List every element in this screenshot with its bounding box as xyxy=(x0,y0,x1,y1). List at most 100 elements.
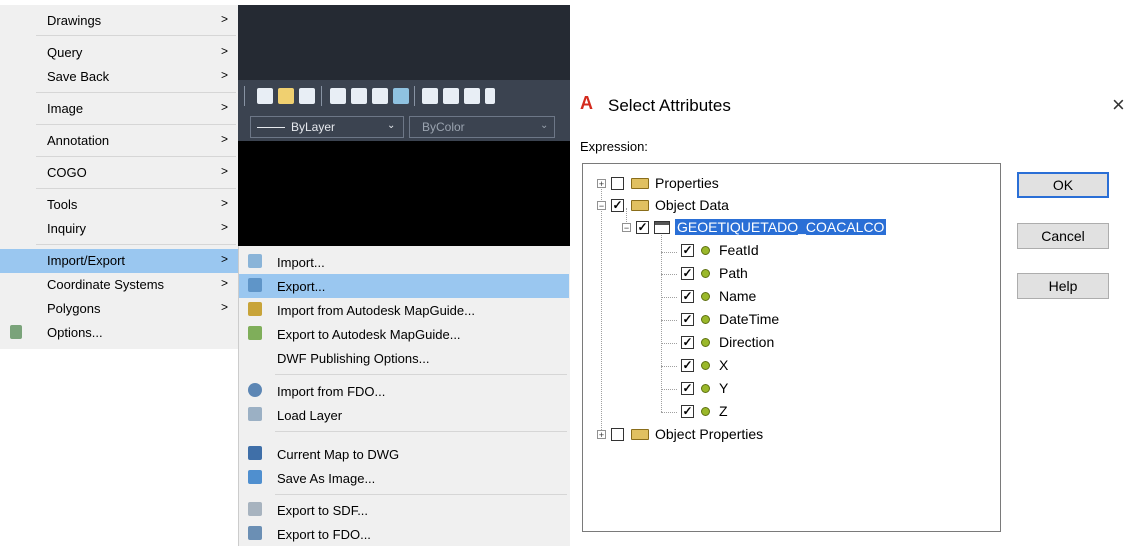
ok-button[interactable]: OK xyxy=(1017,172,1109,198)
checkbox[interactable] xyxy=(611,428,624,441)
tree-node-field[interactable]: ✓ Direction xyxy=(583,334,883,354)
menu-item-import-export[interactable]: Import/Export > xyxy=(0,249,238,273)
copy-icon[interactable] xyxy=(443,88,459,104)
menu-item-annotation[interactable]: Annotation > xyxy=(0,129,238,153)
menu-item-label: Coordinate Systems xyxy=(47,277,165,292)
submenu-item-dwf-options[interactable]: DWF Publishing Options... xyxy=(239,346,569,370)
menu-item-query[interactable]: Query > xyxy=(0,41,238,65)
autocad-window: ByLayer ⌄ ByColor ⌄ Drawings > Query > S… xyxy=(0,0,570,546)
menu-item-options[interactable]: Options... xyxy=(0,321,238,345)
menu-item-drawings[interactable]: Drawings > xyxy=(0,9,238,33)
submenu-item-label: Export to SDF... xyxy=(277,503,369,518)
expand-icon[interactable]: + xyxy=(597,179,606,189)
menu-item-label: Query xyxy=(47,45,83,60)
collapse-icon[interactable]: − xyxy=(622,223,631,233)
paste-special-icon[interactable] xyxy=(485,88,495,104)
cancel-button[interactable]: Cancel xyxy=(1017,223,1109,249)
tree-node-object-properties[interactable]: + Object Properties xyxy=(583,426,883,446)
collapse-icon[interactable]: − xyxy=(597,201,606,211)
submenu-item-export-mapguide[interactable]: Export to Autodesk MapGuide... xyxy=(239,322,569,346)
checkbox-checked[interactable]: ✓ xyxy=(681,405,694,418)
checkbox-checked[interactable]: ✓ xyxy=(681,359,694,372)
print-icon[interactable] xyxy=(330,88,346,104)
menu-item-inquiry[interactable]: Inquiry > xyxy=(0,217,238,241)
paste-icon[interactable] xyxy=(464,88,480,104)
publish-icon[interactable] xyxy=(393,88,409,104)
submenu-arrow-icon: > xyxy=(221,132,229,146)
checkbox-checked[interactable]: ✓ xyxy=(611,199,624,212)
tree-node-label: Z xyxy=(719,403,728,419)
menu-separator xyxy=(275,431,567,432)
tree-node-properties[interactable]: + Properties xyxy=(583,175,883,195)
save-icon[interactable] xyxy=(299,88,315,104)
tree-node-field[interactable]: ✓ DateTime xyxy=(583,311,883,331)
folder-icon xyxy=(631,200,649,211)
print-preview-icon[interactable] xyxy=(351,88,367,104)
submenu-arrow-icon: > xyxy=(221,276,229,290)
options-icon xyxy=(10,325,22,339)
plot-icon[interactable] xyxy=(372,88,388,104)
table-icon xyxy=(654,221,670,234)
submenu-item-export-fdo[interactable]: Export to FDO... xyxy=(239,522,569,546)
tree-node-label: FeatId xyxy=(719,242,759,258)
submenu-item-export-sdf[interactable]: Export to SDF... xyxy=(239,498,569,522)
menu-item-label: Tools xyxy=(47,197,78,212)
toolbar-separator xyxy=(414,86,415,106)
submenu-arrow-icon: > xyxy=(221,300,229,314)
tree-node-field[interactable]: ✓ FeatId xyxy=(583,242,883,262)
checkbox-checked[interactable]: ✓ xyxy=(681,244,694,257)
new-icon[interactable] xyxy=(257,88,273,104)
select-attributes-dialog: A Select Attributes × Expression: + Prop… xyxy=(570,0,1133,546)
submenu-item-export[interactable]: Export... xyxy=(239,274,569,298)
toolbar-separator xyxy=(321,86,322,106)
submenu-item-import-fdo[interactable]: Import from FDO... xyxy=(239,379,569,403)
checkbox-checked[interactable]: ✓ xyxy=(681,267,694,280)
folder-icon xyxy=(631,178,649,189)
menu-item-label: Import/Export xyxy=(47,253,126,268)
tree-node-field[interactable]: ✓ X xyxy=(583,357,883,377)
menu-item-image[interactable]: Image > xyxy=(0,97,238,121)
submenu-item-load-layer[interactable]: Load Layer xyxy=(239,403,569,427)
tree-node-table[interactable]: − ✓ GEOETIQUETADO_COACALCO xyxy=(583,219,963,239)
submenu-item-import[interactable]: Import... xyxy=(239,250,569,274)
tree-node-field[interactable]: ✓ Path xyxy=(583,265,883,285)
menu-item-polygons[interactable]: Polygons > xyxy=(0,297,238,321)
checkbox[interactable] xyxy=(611,177,624,190)
tree-node-object-data[interactable]: − ✓ Object Data xyxy=(583,197,883,217)
checkbox-checked[interactable]: ✓ xyxy=(681,313,694,326)
tree-node-field[interactable]: ✓ Z xyxy=(583,403,883,423)
submenu-item-save-as-image[interactable]: Save As Image... xyxy=(239,466,569,490)
menu-item-coordinate-systems[interactable]: Coordinate Systems > xyxy=(0,273,238,297)
menu-separator xyxy=(275,494,567,495)
menu-item-tools[interactable]: Tools > xyxy=(0,193,238,217)
match-properties-icon[interactable] xyxy=(422,88,438,104)
color-combo[interactable]: ByColor ⌄ xyxy=(409,116,555,138)
menu-item-cogo[interactable]: COGO > xyxy=(0,161,238,185)
field-icon xyxy=(701,384,710,393)
tree-node-label: Name xyxy=(719,288,757,304)
menu-item-label: Options... xyxy=(47,325,103,340)
tree-node-field[interactable]: ✓ Y xyxy=(583,380,883,400)
attribute-tree[interactable]: + Properties − ✓ Object Data − ✓ GEOETIQ… xyxy=(582,163,1001,532)
tree-node-label: Properties xyxy=(655,175,719,191)
checkbox-checked[interactable]: ✓ xyxy=(681,382,694,395)
checkbox-checked[interactable]: ✓ xyxy=(636,221,649,234)
help-button[interactable]: Help xyxy=(1017,273,1109,299)
save-image-icon xyxy=(248,470,262,484)
color-value: ByColor xyxy=(422,120,465,134)
tree-node-label: Y xyxy=(719,380,729,396)
close-icon[interactable]: × xyxy=(1112,92,1125,118)
field-icon xyxy=(701,361,710,370)
menu-item-label: Save Back xyxy=(47,69,110,84)
field-icon xyxy=(701,407,710,416)
menu-separator xyxy=(36,35,236,36)
tree-node-field[interactable]: ✓ Name xyxy=(583,288,883,308)
checkbox-checked[interactable]: ✓ xyxy=(681,336,694,349)
open-icon[interactable] xyxy=(278,88,294,104)
expand-icon[interactable]: + xyxy=(597,430,606,440)
menu-item-save-back[interactable]: Save Back > xyxy=(0,65,238,89)
submenu-item-map-to-dwg[interactable]: Current Map to DWG xyxy=(239,442,569,466)
submenu-item-import-mapguide[interactable]: Import from Autodesk MapGuide... xyxy=(239,298,569,322)
checkbox-checked[interactable]: ✓ xyxy=(681,290,694,303)
linetype-combo[interactable]: ByLayer ⌄ xyxy=(250,116,404,138)
